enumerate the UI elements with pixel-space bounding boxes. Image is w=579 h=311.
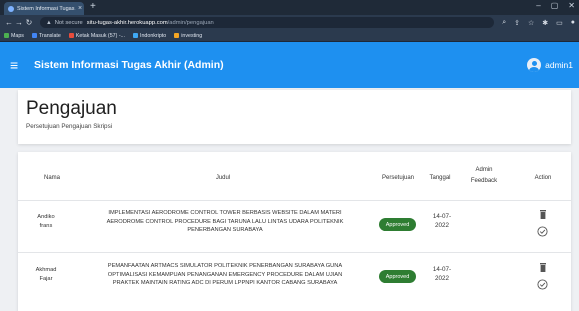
tab-close-icon[interactable]: ×: [76, 5, 84, 12]
not-secure-label: Not secure: [54, 19, 83, 26]
delete-icon[interactable]: [539, 263, 547, 272]
col-header-admin-feedback: Admin Feedback: [470, 167, 498, 184]
row-2-judul: PEMANFAATAN ARTMACS SIMULATOR POLITEKNIK…: [107, 263, 343, 286]
star-icon[interactable]: ☆: [528, 19, 534, 27]
bookmark-investing[interactable]: investing: [174, 33, 202, 39]
browser-tab-bar: Sistem Informasi Tugas Akhir (A... × + –…: [0, 0, 579, 15]
avatar-icon: [527, 58, 542, 72]
row-2-status-badge: Approved: [379, 270, 416, 283]
col-header-nama: Nama: [43, 175, 60, 181]
profile-icon[interactable]: ●: [571, 19, 575, 27]
url-field[interactable]: ▲ Not secure situ-tugas-akhir.herokuapp.…: [40, 17, 495, 28]
reload-icon[interactable]: ↻: [24, 18, 34, 27]
new-tab-button[interactable]: +: [90, 1, 96, 13]
col-header-tanggal: Tanggal: [429, 175, 451, 181]
bookmark-translate[interactable]: Translate: [31, 33, 61, 39]
maximize-icon[interactable]: ▢: [551, 1, 559, 10]
indonkripto-icon: [133, 33, 139, 38]
bookmarks-bar: Maps Translate Ketak Masuk (57) -... Ind…: [0, 30, 579, 42]
minimize-icon[interactable]: –: [536, 1, 540, 10]
bookmark-kotak-masuk[interactable]: Ketak Masuk (57) -...: [68, 33, 125, 39]
approve-check-icon[interactable]: [537, 226, 548, 237]
maps-icon: [4, 33, 9, 38]
tab-title: Sistem Informasi Tugas Akhir (A...: [17, 5, 76, 12]
delete-icon[interactable]: [539, 210, 547, 219]
translate-icon: [31, 33, 37, 38]
warning-icon: ▲: [46, 19, 52, 26]
bookmark-maps[interactable]: Maps: [4, 33, 24, 39]
mail-icon: [68, 33, 74, 38]
submissions-table: Nama Judul Persetujuan Tanggal Admin Fee…: [18, 152, 571, 311]
approve-check-icon[interactable]: [537, 279, 548, 290]
favicon-icon: [8, 5, 14, 12]
share-icon[interactable]: ⇪: [514, 19, 520, 27]
close-window-icon[interactable]: ✕: [568, 1, 575, 10]
url-host: situ-tugas-akhir.herokuapp.com: [86, 19, 168, 26]
extensions-icon[interactable]: ✱: [542, 19, 548, 27]
bookmark-indonkripto[interactable]: Indonkripto: [133, 33, 166, 39]
app-title: Sistem Informasi Tugas Akhir (Admin): [34, 59, 224, 71]
hamburger-menu-icon[interactable]: ≡: [10, 57, 26, 73]
forward-icon[interactable]: →: [14, 18, 24, 27]
col-header-persetujuan: Persetujuan: [381, 175, 415, 181]
page-header-card: Pengajuan Persetujuan Pengajuan Skripsi: [18, 90, 571, 144]
address-bar-row: ← → ↻ ▲ Not secure situ-tugas-akhir.hero…: [0, 15, 579, 30]
row-2-tanggal: 14-07- 2022: [432, 266, 452, 282]
row-1-status-badge: Approved: [379, 218, 416, 231]
app-header: ≡ Sistem Informasi Tugas Akhir (Admin) a…: [0, 42, 579, 88]
header-divider: [18, 200, 571, 201]
window-controls: – ▢ ✕: [536, 1, 575, 10]
sidebar-icon[interactable]: ▭: [556, 19, 563, 27]
browser-tab[interactable]: Sistem Informasi Tugas Akhir (A... ×: [4, 2, 84, 15]
row-1-tanggal: 14-07- 2022: [432, 213, 452, 229]
page-subtitle: Persetujuan Pengajuan Skripsi: [26, 123, 113, 130]
page-title: Pengajuan: [26, 98, 117, 119]
address-bar-icons: ⌕ ⇪ ☆ ✱ ▭ ●: [502, 19, 575, 27]
back-icon[interactable]: ←: [4, 18, 14, 27]
url-path: /admin/pengajuan: [167, 19, 214, 26]
row-divider: [18, 252, 571, 253]
col-header-action: Action: [534, 175, 552, 181]
row-1-nama: Andiko frans: [37, 214, 55, 229]
row-1-judul: IMPLEMENTASI AERODROME CONTROL TOWER BER…: [106, 210, 344, 233]
zoom-icon[interactable]: ⌕: [502, 19, 506, 27]
investing-icon: [174, 33, 180, 38]
username: admin1: [545, 60, 573, 70]
col-header-judul: Judul: [215, 175, 231, 181]
user-menu[interactable]: admin1: [527, 58, 573, 72]
row-2-nama: Akhmad Fajar: [35, 267, 57, 282]
